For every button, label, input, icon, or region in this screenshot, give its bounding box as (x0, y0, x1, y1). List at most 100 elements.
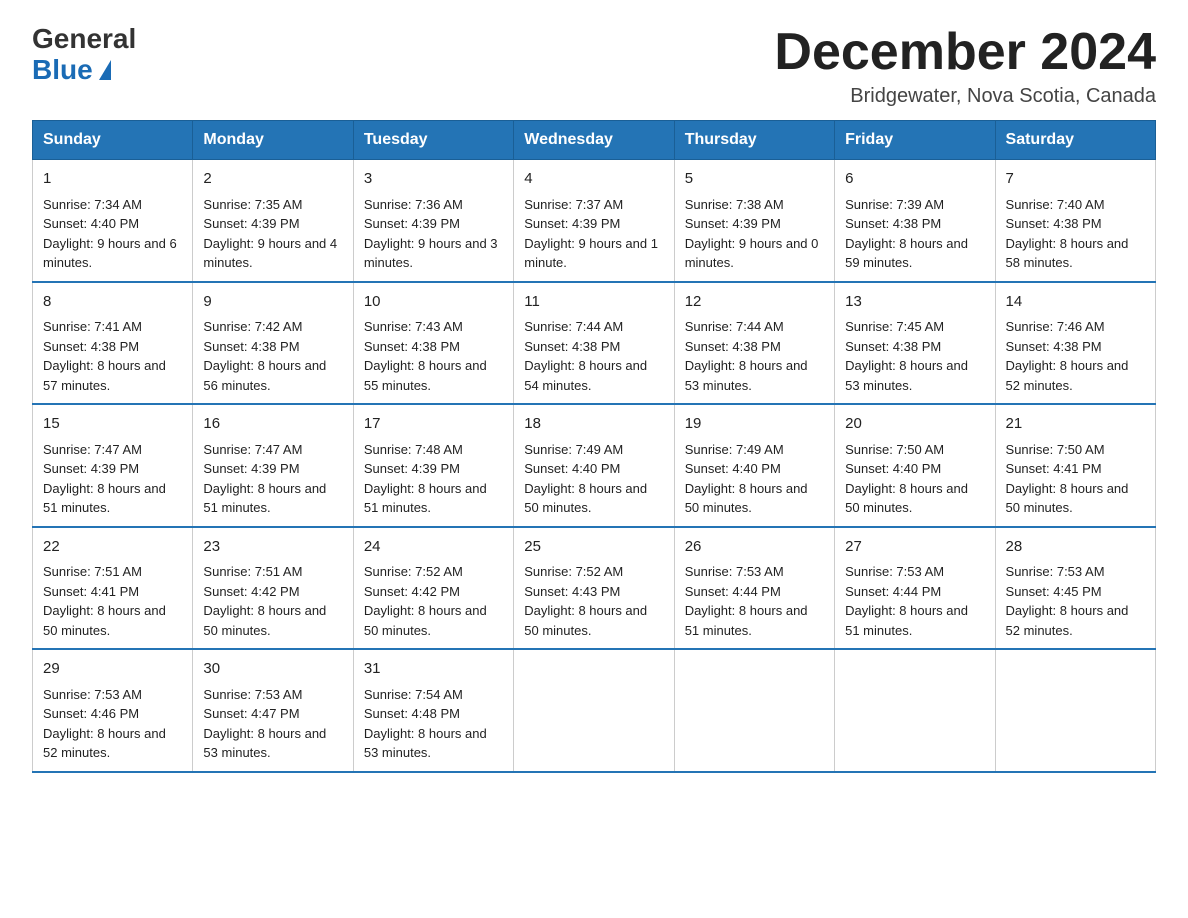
day-daylight: Daylight: 8 hours and 57 minutes. (43, 358, 166, 393)
day-number: 15 (43, 413, 182, 436)
calendar-cell: 30 Sunrise: 7:53 AM Sunset: 4:47 PM Dayl… (193, 649, 353, 772)
day-daylight: Daylight: 8 hours and 50 minutes. (203, 603, 326, 638)
day-number: 27 (845, 536, 984, 559)
logo-triangle-icon (99, 60, 111, 80)
day-number: 21 (1006, 413, 1145, 436)
day-sunset: Sunset: 4:44 PM (845, 584, 941, 599)
day-daylight: Daylight: 8 hours and 50 minutes. (845, 481, 968, 516)
day-daylight: Daylight: 8 hours and 52 minutes. (43, 726, 166, 761)
calendar-cell: 3 Sunrise: 7:36 AM Sunset: 4:39 PM Dayli… (353, 160, 513, 282)
day-sunrise: Sunrise: 7:44 AM (685, 319, 784, 334)
day-sunrise: Sunrise: 7:36 AM (364, 197, 463, 212)
day-daylight: Daylight: 8 hours and 50 minutes. (43, 603, 166, 638)
day-number: 18 (524, 413, 663, 436)
day-sunset: Sunset: 4:38 PM (1006, 216, 1102, 231)
day-sunset: Sunset: 4:40 PM (845, 461, 941, 476)
day-sunset: Sunset: 4:38 PM (364, 339, 460, 354)
day-daylight: Daylight: 8 hours and 53 minutes. (845, 358, 968, 393)
day-daylight: Daylight: 9 hours and 0 minutes. (685, 236, 819, 271)
logo-blue-text: Blue (32, 55, 136, 86)
day-number: 5 (685, 168, 824, 191)
day-number: 24 (364, 536, 503, 559)
calendar-cell: 11 Sunrise: 7:44 AM Sunset: 4:38 PM Dayl… (514, 282, 674, 405)
title-block: December 2024 Bridgewater, Nova Scotia, … (774, 24, 1156, 108)
calendar-cell: 28 Sunrise: 7:53 AM Sunset: 4:45 PM Dayl… (995, 527, 1155, 650)
day-number: 31 (364, 658, 503, 681)
day-daylight: Daylight: 8 hours and 55 minutes. (364, 358, 487, 393)
day-number: 10 (364, 291, 503, 314)
day-sunrise: Sunrise: 7:41 AM (43, 319, 142, 334)
day-number: 14 (1006, 291, 1145, 314)
day-sunset: Sunset: 4:39 PM (685, 216, 781, 231)
calendar-body: 1 Sunrise: 7:34 AM Sunset: 4:40 PM Dayli… (33, 160, 1156, 772)
day-number: 25 (524, 536, 663, 559)
calendar-cell: 24 Sunrise: 7:52 AM Sunset: 4:42 PM Dayl… (353, 527, 513, 650)
day-number: 16 (203, 413, 342, 436)
day-number: 7 (1006, 168, 1145, 191)
day-sunset: Sunset: 4:40 PM (685, 461, 781, 476)
day-sunrise: Sunrise: 7:51 AM (203, 564, 302, 579)
day-sunrise: Sunrise: 7:53 AM (845, 564, 944, 579)
weekday-header-wednesday: Wednesday (514, 121, 674, 160)
day-number: 20 (845, 413, 984, 436)
calendar-cell: 31 Sunrise: 7:54 AM Sunset: 4:48 PM Dayl… (353, 649, 513, 772)
day-sunset: Sunset: 4:39 PM (524, 216, 620, 231)
calendar-week-3: 15 Sunrise: 7:47 AM Sunset: 4:39 PM Dayl… (33, 404, 1156, 527)
calendar-cell: 23 Sunrise: 7:51 AM Sunset: 4:42 PM Dayl… (193, 527, 353, 650)
calendar-cell: 17 Sunrise: 7:48 AM Sunset: 4:39 PM Dayl… (353, 404, 513, 527)
day-sunrise: Sunrise: 7:37 AM (524, 197, 623, 212)
day-sunset: Sunset: 4:38 PM (203, 339, 299, 354)
day-sunrise: Sunrise: 7:35 AM (203, 197, 302, 212)
day-sunrise: Sunrise: 7:48 AM (364, 442, 463, 457)
day-sunrise: Sunrise: 7:45 AM (845, 319, 944, 334)
day-sunrise: Sunrise: 7:43 AM (364, 319, 463, 334)
day-daylight: Daylight: 9 hours and 1 minute. (524, 236, 658, 271)
day-daylight: Daylight: 8 hours and 52 minutes. (1006, 358, 1129, 393)
day-sunrise: Sunrise: 7:39 AM (845, 197, 944, 212)
day-sunrise: Sunrise: 7:52 AM (524, 564, 623, 579)
day-sunset: Sunset: 4:43 PM (524, 584, 620, 599)
calendar-cell: 13 Sunrise: 7:45 AM Sunset: 4:38 PM Dayl… (835, 282, 995, 405)
day-number: 8 (43, 291, 182, 314)
calendar-cell: 29 Sunrise: 7:53 AM Sunset: 4:46 PM Dayl… (33, 649, 193, 772)
day-number: 30 (203, 658, 342, 681)
weekday-header-row: SundayMondayTuesdayWednesdayThursdayFrid… (33, 121, 1156, 160)
day-daylight: Daylight: 8 hours and 50 minutes. (1006, 481, 1129, 516)
day-sunset: Sunset: 4:38 PM (1006, 339, 1102, 354)
day-sunset: Sunset: 4:48 PM (364, 706, 460, 721)
day-sunrise: Sunrise: 7:54 AM (364, 687, 463, 702)
weekday-header-tuesday: Tuesday (353, 121, 513, 160)
day-number: 19 (685, 413, 824, 436)
day-number: 4 (524, 168, 663, 191)
calendar-cell: 16 Sunrise: 7:47 AM Sunset: 4:39 PM Dayl… (193, 404, 353, 527)
day-number: 1 (43, 168, 182, 191)
day-sunrise: Sunrise: 7:53 AM (43, 687, 142, 702)
day-number: 9 (203, 291, 342, 314)
day-number: 28 (1006, 536, 1145, 559)
calendar-cell (995, 649, 1155, 772)
calendar-cell (835, 649, 995, 772)
day-daylight: Daylight: 8 hours and 50 minutes. (524, 481, 647, 516)
day-sunrise: Sunrise: 7:46 AM (1006, 319, 1105, 334)
calendar-cell: 21 Sunrise: 7:50 AM Sunset: 4:41 PM Dayl… (995, 404, 1155, 527)
weekday-header-saturday: Saturday (995, 121, 1155, 160)
day-sunrise: Sunrise: 7:53 AM (685, 564, 784, 579)
day-sunrise: Sunrise: 7:52 AM (364, 564, 463, 579)
day-daylight: Daylight: 8 hours and 51 minutes. (685, 603, 808, 638)
weekday-header-monday: Monday (193, 121, 353, 160)
day-sunset: Sunset: 4:42 PM (364, 584, 460, 599)
calendar-cell: 8 Sunrise: 7:41 AM Sunset: 4:38 PM Dayli… (33, 282, 193, 405)
day-daylight: Daylight: 8 hours and 56 minutes. (203, 358, 326, 393)
day-number: 12 (685, 291, 824, 314)
day-sunset: Sunset: 4:45 PM (1006, 584, 1102, 599)
calendar-table: SundayMondayTuesdayWednesdayThursdayFrid… (32, 120, 1156, 773)
calendar-cell (674, 649, 834, 772)
location-subtitle: Bridgewater, Nova Scotia, Canada (774, 85, 1156, 108)
calendar-cell: 25 Sunrise: 7:52 AM Sunset: 4:43 PM Dayl… (514, 527, 674, 650)
day-number: 11 (524, 291, 663, 314)
calendar-week-5: 29 Sunrise: 7:53 AM Sunset: 4:46 PM Dayl… (33, 649, 1156, 772)
day-daylight: Daylight: 8 hours and 52 minutes. (1006, 603, 1129, 638)
day-daylight: Daylight: 8 hours and 51 minutes. (43, 481, 166, 516)
day-sunset: Sunset: 4:38 PM (524, 339, 620, 354)
day-daylight: Daylight: 8 hours and 54 minutes. (524, 358, 647, 393)
